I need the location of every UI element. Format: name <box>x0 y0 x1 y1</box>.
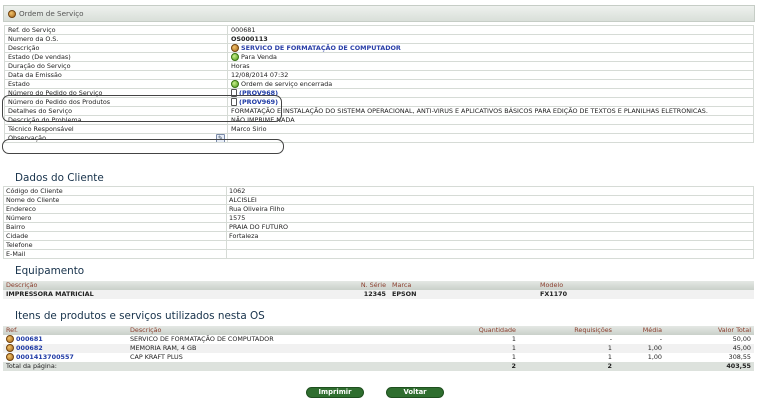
box-icon <box>8 9 16 18</box>
box-icon <box>6 344 14 352</box>
os-row-tecnico: Técnico Responsável Marco Sirio <box>4 124 754 134</box>
os-row-duracao: Duração do Serviço Horas <box>4 61 754 71</box>
box-icon <box>231 44 239 52</box>
item-ref-link[interactable]: 000682 <box>16 344 43 352</box>
cliente-row: E-Mail <box>3 249 754 259</box>
imprimir-button[interactable]: Imprimir <box>306 387 364 398</box>
equipamento-row: IMPRESSORA MATRICIAL 12345 EPSON FX1170 <box>3 290 754 299</box>
os-row-data: Data da Emissão 12/08/2014 07:32 <box>4 70 754 80</box>
itens-total-row: Total da página: 2 2 403,55 <box>3 362 754 371</box>
os-row-estado-vendas: Estado (De vendas) Para Venda <box>4 52 754 62</box>
item-ref-link[interactable]: 000681 <box>16 335 43 343</box>
pedido-produtos-link[interactable]: (PROV969) <box>239 99 278 106</box>
equipamento-header: Descrição N. Série Marca Modelo <box>3 281 754 290</box>
status-ok-icon <box>231 80 239 88</box>
box-icon <box>6 335 14 343</box>
item-ref-link[interactable]: 0001413700557 <box>16 353 74 361</box>
status-ok-icon <box>231 53 239 61</box>
cliente-table: Código do Cliente 1062 Nome do Cliente ALC… <box>3 186 754 259</box>
os-row-problema: Descrição do Problema NÃO IMPRIME NADA <box>4 115 754 125</box>
os-details-table: Ref. do Serviço 000681 Numero da O.S. OS00… <box>4 25 754 143</box>
os-row-detalhes: Detalhes do Serviço FORMATAÇÃO E INSTALAÇ… <box>4 106 754 116</box>
voltar-button[interactable]: Voltar <box>386 387 444 398</box>
os-row-numero: Numero da O.S. OS000113 <box>4 34 754 44</box>
itens-row: 0001413700557 CAP KRAFT PLUS 1 1 1,00 30… <box>3 353 754 362</box>
cliente-row: Número 1575 <box>3 213 754 223</box>
cliente-row: Endereco Rua Oliveira Filho <box>3 204 754 214</box>
itens-header: Ref. Descrição Quantidade Requisições Mé… <box>3 326 754 335</box>
itens-table: Ref. Descrição Quantidade Requisições Mé… <box>3 326 754 371</box>
os-row-ref: Ref. do Serviço 000681 <box>4 25 754 35</box>
panel-header: Ordem de Serviço <box>3 5 755 22</box>
cliente-row: Código do Cliente 1062 <box>3 186 754 196</box>
os-row-estado: Estado Ordem de serviço encerrada <box>4 79 754 89</box>
itens-row: 000681 SERVICO DE FORMATAÇÃO DE COMPUTAD… <box>3 335 754 344</box>
os-row-pedido-servico: Número do Pedido do Serviço (PROV968) <box>4 88 754 98</box>
equipamento-section-title: Equipamento <box>15 265 85 277</box>
itens-row: 000682 MEMORIA RAM, 4 GB 1 1 1,00 45,00 <box>3 344 754 353</box>
itens-section-title: Itens de produtos e serviços utilizados … <box>15 310 265 322</box>
cliente-section-title: Dados do Cliente <box>15 172 104 184</box>
cliente-row: Cidade Fortaleza <box>3 231 754 241</box>
cliente-row: Nome do Cliente ALCISLEI <box>3 195 754 205</box>
equipamento-table: Descrição N. Série Marca Modelo IMPRESSO… <box>3 281 754 299</box>
cliente-row: Telefone <box>3 240 754 250</box>
panel-title: Ordem de Serviço <box>19 9 84 18</box>
pedido-servico-link[interactable]: (PROV968) <box>239 90 278 97</box>
os-row-descricao: Descrição SERVICO DE FORMATAÇÃO DE COMPU… <box>4 43 754 53</box>
os-row-pedido-produtos: Número do Pedido dos Produtos (PROV969) <box>4 97 754 107</box>
os-row-observacao: Observação ✎ <box>4 133 754 143</box>
order-icon <box>231 98 237 106</box>
edit-observacao-icon[interactable]: ✎ <box>216 134 225 142</box>
box-icon <box>6 353 14 361</box>
cliente-row: Bairro PRAIA DO FUTURO <box>3 222 754 232</box>
order-icon <box>231 89 237 97</box>
